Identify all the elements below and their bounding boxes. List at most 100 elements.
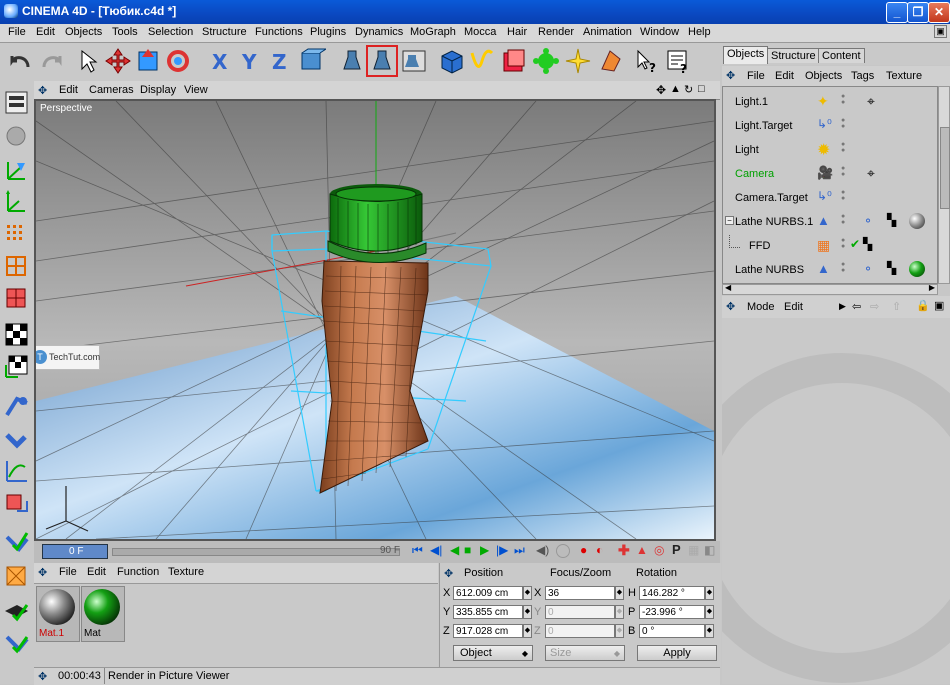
menu-file[interactable]: File (8, 26, 26, 38)
position-y-field[interactable]: 335.855 cm (453, 605, 523, 619)
object-list-hscrollbar[interactable]: ◀ ▶ (722, 283, 938, 295)
scale-icon[interactable] (134, 47, 162, 75)
stop-icon[interactable]: ■ (464, 543, 471, 557)
texture-tag-icon[interactable]: ▚ (863, 237, 872, 251)
next-key-icon[interactable]: |▶ (496, 543, 508, 557)
object-row-camera-target[interactable]: Camera.Target ↳⁰ ● ● (723, 187, 937, 211)
texture-axis-icon[interactable] (3, 353, 30, 380)
tab-objects[interactable]: Objects (723, 46, 769, 64)
rotation-p-field[interactable]: -23.996 ° (639, 605, 705, 619)
target-tag-icon[interactable]: ⌖ (867, 93, 875, 110)
menu-dynamics[interactable]: Dynamics (355, 26, 403, 38)
coordinate-system-icon[interactable] (298, 47, 326, 75)
menu-selection[interactable]: Selection (148, 26, 193, 38)
menu-structure[interactable]: Structure (202, 26, 247, 38)
menu-hair[interactable]: Hair (507, 26, 527, 38)
phong-tag-icon[interactable]: ⚬ (863, 214, 873, 228)
phong-tag-icon[interactable]: ⚬ (863, 262, 873, 276)
play-forward-icon[interactable]: ▶ (480, 543, 489, 557)
menu-animation[interactable]: Animation (583, 26, 632, 38)
size-mode-select[interactable]: Size ◆ (545, 645, 625, 661)
objects-menu-objects[interactable]: Objects (805, 70, 842, 82)
panel-move-icon[interactable]: ✥ (38, 84, 47, 97)
move-icon[interactable] (104, 47, 132, 75)
rotation-p-stepper[interactable]: ◆ (705, 605, 714, 619)
z-axis-lock-icon[interactable]: Z (264, 47, 292, 75)
help-list-icon[interactable]: ? (664, 47, 692, 75)
back-arrow-icon[interactable]: ⇦ (852, 300, 861, 313)
menu-tools[interactable]: Tools (112, 26, 138, 38)
inverse-kinematics-icon[interactable] (3, 425, 30, 452)
material-menu-edit[interactable]: Edit (87, 566, 106, 578)
lock-icon[interactable]: 🔒 (916, 299, 930, 312)
object-list-scrollbar[interactable] (938, 86, 950, 284)
objects-menu-edit[interactable]: Edit (775, 70, 794, 82)
render-picture-viewer-icon[interactable] (366, 45, 398, 77)
panel-move-icon[interactable]: ✥ (444, 567, 453, 580)
menu-plugins[interactable]: Plugins (310, 26, 346, 38)
spline-icon[interactable] (468, 47, 496, 75)
play-backward-icon[interactable]: ◀ (450, 543, 459, 557)
panel-move-icon[interactable]: ✥ (726, 69, 735, 82)
use-model-tool-icon[interactable] (3, 89, 30, 116)
visibility-dots-icon[interactable]: ● ● (841, 237, 845, 250)
go-to-start-icon[interactable]: ⏮ (412, 543, 424, 558)
menu-render[interactable]: Render (538, 26, 574, 38)
render-view-icon[interactable] (338, 47, 366, 75)
record-key-icon[interactable]: ● (580, 543, 587, 557)
attributes-menu-edit[interactable]: Edit (784, 301, 803, 313)
object-row-lathe-nurbs[interactable]: Lathe NURBS ▲ ● ● ⚬ ▚ (723, 259, 937, 283)
coordinate-mode-select[interactable]: Object ◆ (453, 645, 533, 661)
viewport-move-icon[interactable]: ✥ (656, 83, 666, 97)
rotation-h-field[interactable]: 146.282 ° (639, 586, 705, 600)
snap-tool-icon[interactable] (3, 529, 30, 556)
edges-tool-icon[interactable] (3, 253, 30, 280)
tab-structure[interactable]: Structure (767, 48, 820, 63)
maximize-button[interactable]: ❐ (907, 2, 929, 23)
timeline-settings-icon[interactable]: ◧ (704, 543, 715, 557)
array-icon[interactable] (532, 47, 560, 75)
points-tool-icon[interactable] (3, 221, 30, 248)
workplane-tool-icon[interactable] (3, 597, 30, 624)
prev-key-icon[interactable]: ◀| (430, 543, 442, 557)
scroll-left-icon[interactable]: ◀ (725, 283, 731, 292)
visibility-dots-icon[interactable]: ● ● (841, 189, 845, 202)
menu-functions[interactable]: Functions (255, 26, 303, 38)
deformer-icon[interactable] (596, 47, 624, 75)
viewport-maximize-icon[interactable]: □ (698, 83, 705, 95)
axis-tool-icon[interactable] (3, 189, 30, 216)
up-arrow-icon[interactable]: ⇧ (892, 300, 901, 313)
material-menu-function[interactable]: Function (117, 566, 159, 578)
visibility-dots-icon[interactable]: ● ● (841, 117, 845, 130)
tab-content[interactable]: Content (818, 48, 865, 63)
size-x-field[interactable]: 36 (545, 586, 615, 600)
apply-button[interactable]: Apply (637, 645, 717, 661)
timeline-track[interactable] (112, 548, 400, 556)
position-x-field[interactable]: 612.009 cm (453, 586, 523, 600)
texture-tool-icon[interactable] (3, 321, 30, 348)
menu-help[interactable]: Help (688, 26, 711, 38)
visibility-dots-icon[interactable]: ● ● (841, 165, 845, 178)
objects-menu-tags[interactable]: Tags (851, 70, 874, 82)
size-y-stepper[interactable]: ◆ (615, 605, 624, 619)
menu-window[interactable]: Window (640, 26, 679, 38)
perspective-viewport[interactable]: Perspective T TechTut.com (34, 99, 716, 541)
position-x-stepper[interactable]: ◆ (523, 586, 532, 600)
material-menu-file[interactable]: File (59, 566, 77, 578)
menu-edit[interactable]: Edit (36, 26, 55, 38)
deform-tool-icon[interactable] (3, 489, 30, 516)
layout-icon[interactable]: ▣ (934, 25, 947, 38)
material-menu-texture[interactable]: Texture (168, 566, 204, 578)
viewport-menu-cameras[interactable]: Cameras (89, 84, 134, 96)
attributes-menu-mode[interactable]: Mode (747, 301, 775, 313)
rotate-icon[interactable] (164, 47, 192, 75)
keyframe-scale-icon[interactable]: ▲ (636, 543, 648, 557)
undo-icon[interactable] (6, 47, 34, 75)
rotation-b-stepper[interactable]: ◆ (705, 624, 714, 638)
locked-workplane-icon[interactable] (3, 629, 30, 656)
auto-key-icon[interactable]: ◐ (596, 543, 603, 557)
viewport-menu-display[interactable]: Display (140, 84, 176, 96)
x-axis-lock-icon[interactable]: X (204, 47, 232, 75)
visibility-dots-icon[interactable]: ● ● (841, 93, 845, 106)
menu-mograph[interactable]: MoGraph (410, 26, 456, 38)
